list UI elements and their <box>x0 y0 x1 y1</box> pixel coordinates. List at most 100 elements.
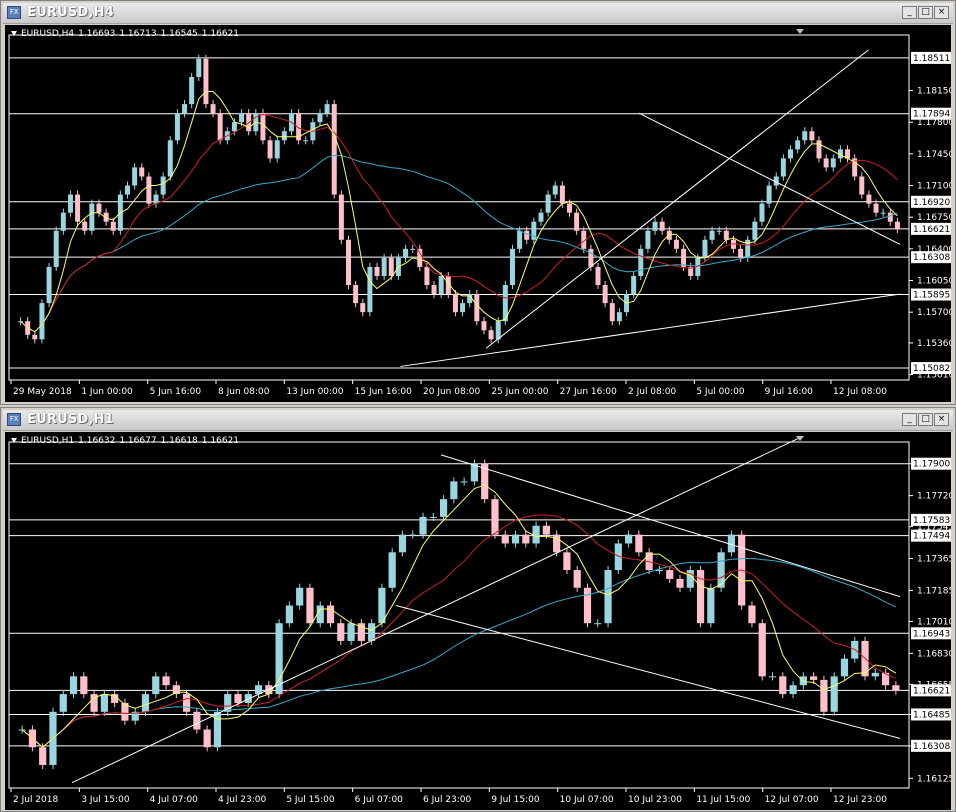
dropdown-icon[interactable] <box>11 438 17 443</box>
y-tick-label: 1.16750 <box>917 213 951 223</box>
x-tick-label: 5 Jul 00:00 <box>696 387 745 397</box>
title-bar-h4[interactable]: FX EURUSD,H4 _ □ × <box>3 3 953 24</box>
candle-body <box>346 239 351 286</box>
y-tick-label: 1.16125 <box>917 774 951 784</box>
candle-body <box>748 605 756 624</box>
candle-body <box>80 676 88 695</box>
price-label: 1.18511 <box>913 54 950 64</box>
price-chart-h4[interactable]: 1.181501.178001.174501.171001.167501.164… <box>5 25 951 402</box>
minimize-button[interactable]: _ <box>902 6 917 19</box>
candle-body <box>859 176 865 195</box>
chart-area-h4[interactable]: 1.18150 1.17800 1.17450 1.17100 1.16750 1.164… <box>5 25 951 402</box>
candle-body <box>46 266 52 304</box>
candle-body <box>659 221 665 231</box>
chart-area-h1[interactable]: 1.179001.177201.175451.173651.171851.170… <box>5 432 951 810</box>
candle-body <box>892 685 900 691</box>
close-button[interactable]: × <box>934 6 949 19</box>
candle-body <box>450 481 458 500</box>
candle-body <box>488 330 494 340</box>
candle-body <box>880 212 886 214</box>
candle-body <box>331 104 337 195</box>
candle-body <box>495 321 501 340</box>
x-tick-label: 5 Jul 15:00 <box>286 795 335 805</box>
x-tick-label: 12 Jul 08:00 <box>833 387 887 397</box>
candle-body <box>67 194 73 213</box>
candle-body <box>326 605 335 624</box>
chart-window-h4[interactable]: FX EURUSD,H4 _ □ × 1.18150 1.17800 1.17450… <box>0 0 956 405</box>
candle-body <box>666 570 674 579</box>
candle-body <box>139 167 145 177</box>
candle-body <box>491 499 499 535</box>
candle-body <box>666 230 672 240</box>
maximize-button[interactable]: □ <box>918 413 933 426</box>
candle-body <box>417 248 423 267</box>
candle-body <box>203 729 211 748</box>
price-chart-h1[interactable]: 1.179001.177201.175451.173651.171851.170… <box>5 432 951 810</box>
ma-mid-line <box>20 113 898 333</box>
ma-slow-line <box>20 154 898 333</box>
candle-body <box>655 570 664 572</box>
candle-body <box>573 570 581 588</box>
candle-body <box>799 676 807 686</box>
info-high: 1.16677 <box>119 436 157 446</box>
info-open: 1.16632 <box>78 436 116 446</box>
y-tick-label: 1.17185 <box>917 586 951 596</box>
candle-body <box>780 158 786 177</box>
candle-body <box>234 694 242 703</box>
x-tick-label: 25 Jun 00:00 <box>491 387 548 397</box>
candle-body <box>409 534 417 536</box>
candle-body <box>231 122 237 132</box>
candle-body <box>337 623 345 641</box>
price-label: 1.16920 <box>913 198 950 208</box>
candle-body <box>360 303 366 313</box>
price-label: 1.15895 <box>913 291 950 301</box>
candle-body <box>542 525 550 535</box>
x-tick-label: 4 Jul 07:00 <box>150 795 199 805</box>
candle-body <box>766 185 772 204</box>
candle-body <box>524 230 530 240</box>
x-tick-label: 6 Jul 23:00 <box>423 795 472 805</box>
candle-body <box>439 499 448 517</box>
candle-body <box>563 552 571 571</box>
title-bar-h1[interactable]: FX EURUSD,H1 _ □ × <box>3 410 953 431</box>
candle-body <box>60 212 66 231</box>
x-tick-label: 27 Jun 16:00 <box>560 387 617 397</box>
candle-body <box>552 185 558 195</box>
ohlc-info-h4: EURUSD,H4 1.16693 1.16713 1.16545 1.16621 <box>11 29 243 39</box>
candle-body <box>429 516 437 518</box>
candle-body <box>285 605 293 624</box>
candle-body <box>501 534 509 544</box>
candle-body <box>779 676 787 695</box>
minimize-button[interactable]: _ <box>902 413 917 426</box>
candle-body <box>588 248 594 267</box>
y-tick-label: 1.17720 <box>917 492 951 502</box>
candle-body <box>160 176 166 195</box>
candle-body <box>203 58 209 105</box>
candle-body <box>82 221 88 231</box>
candle-body <box>267 140 273 159</box>
price-label: 1.16485 <box>913 710 950 720</box>
chart-window-h1[interactable]: FX EURUSD,H1 _ □ × 1.179001.177201.17545… <box>0 407 956 812</box>
info-low: 1.16618 <box>160 436 198 446</box>
dropdown-icon[interactable] <box>11 31 17 36</box>
candle-body <box>738 248 744 258</box>
trend-line <box>485 49 869 349</box>
candle-body <box>673 239 679 249</box>
x-tick-label: 5 Jun 16:00 <box>150 387 202 397</box>
candle-body <box>752 221 758 240</box>
price-label: 1.16621 <box>913 225 950 235</box>
candle-body <box>717 552 725 588</box>
candle-body <box>53 230 59 267</box>
maximize-button[interactable]: □ <box>918 6 933 19</box>
candle-body <box>474 294 480 322</box>
candle-body <box>702 239 708 258</box>
candle-body <box>183 694 191 712</box>
candle-body <box>810 676 818 680</box>
candle-body <box>438 275 444 295</box>
info-symbol: EURUSD,H4 <box>21 29 75 39</box>
y-tick-label: 1.15700 <box>917 308 951 318</box>
candle-body <box>460 303 466 313</box>
candle-body <box>820 679 828 712</box>
close-button[interactable]: × <box>934 413 949 426</box>
candle-body <box>709 230 715 240</box>
